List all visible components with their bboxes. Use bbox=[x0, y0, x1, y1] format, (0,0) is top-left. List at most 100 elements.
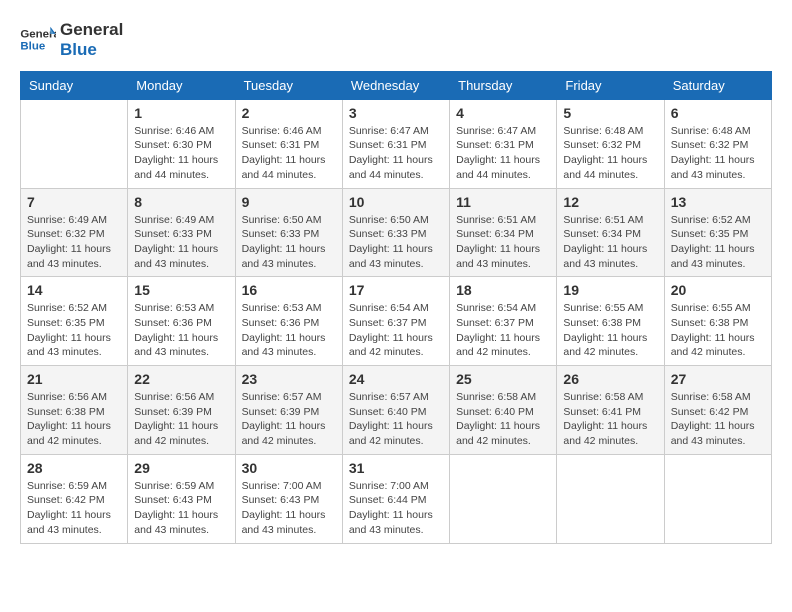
day-info: Sunrise: 6:54 AMSunset: 6:37 PMDaylight:… bbox=[456, 301, 550, 360]
calendar-cell: 24 Sunrise: 6:57 AMSunset: 6:40 PMDayligh… bbox=[342, 366, 449, 455]
day-number: 15 bbox=[134, 282, 228, 298]
day-info: Sunrise: 6:52 AMSunset: 6:35 PMDaylight:… bbox=[671, 213, 765, 272]
day-info: Sunrise: 6:56 AMSunset: 6:38 PMDaylight:… bbox=[27, 390, 121, 449]
day-number: 13 bbox=[671, 194, 765, 210]
calendar-cell: 30 Sunrise: 7:00 AMSunset: 6:43 PMDayligh… bbox=[235, 454, 342, 543]
day-number: 30 bbox=[242, 460, 336, 476]
calendar-week-row: 14 Sunrise: 6:52 AMSunset: 6:35 PMDayligh… bbox=[21, 277, 772, 366]
day-info: Sunrise: 6:55 AMSunset: 6:38 PMDaylight:… bbox=[671, 301, 765, 360]
logo-general: General bbox=[60, 20, 123, 40]
day-info: Sunrise: 6:50 AMSunset: 6:33 PMDaylight:… bbox=[349, 213, 443, 272]
calendar-cell: 3 Sunrise: 6:47 AMSunset: 6:31 PMDaylight… bbox=[342, 99, 449, 188]
calendar-cell: 20 Sunrise: 6:55 AMSunset: 6:38 PMDayligh… bbox=[664, 277, 771, 366]
calendar-cell: 10 Sunrise: 6:50 AMSunset: 6:33 PMDayligh… bbox=[342, 188, 449, 277]
day-info: Sunrise: 6:57 AMSunset: 6:39 PMDaylight:… bbox=[242, 390, 336, 449]
day-number: 22 bbox=[134, 371, 228, 387]
day-number: 8 bbox=[134, 194, 228, 210]
day-info: Sunrise: 6:48 AMSunset: 6:32 PMDaylight:… bbox=[671, 124, 765, 183]
calendar-header-row: SundayMondayTuesdayWednesdayThursdayFrid… bbox=[21, 71, 772, 99]
calendar-cell: 7 Sunrise: 6:49 AMSunset: 6:32 PMDaylight… bbox=[21, 188, 128, 277]
calendar-cell bbox=[664, 454, 771, 543]
day-number: 1 bbox=[134, 105, 228, 121]
day-number: 23 bbox=[242, 371, 336, 387]
day-info: Sunrise: 6:59 AMSunset: 6:43 PMDaylight:… bbox=[134, 479, 228, 538]
day-info: Sunrise: 6:46 AMSunset: 6:31 PMDaylight:… bbox=[242, 124, 336, 183]
day-info: Sunrise: 6:56 AMSunset: 6:39 PMDaylight:… bbox=[134, 390, 228, 449]
day-number: 27 bbox=[671, 371, 765, 387]
header-saturday: Saturday bbox=[664, 71, 771, 99]
day-number: 25 bbox=[456, 371, 550, 387]
day-number: 19 bbox=[563, 282, 657, 298]
logo-icon: General Blue bbox=[20, 25, 56, 55]
calendar-cell bbox=[21, 99, 128, 188]
day-number: 24 bbox=[349, 371, 443, 387]
calendar-cell: 26Sunrise: 6:58 AMSunset: 6:41 PMDayligh… bbox=[557, 366, 664, 455]
calendar-cell: 29 Sunrise: 6:59 AMSunset: 6:43 PMDayligh… bbox=[128, 454, 235, 543]
day-info: Sunrise: 6:51 AMSunset: 6:34 PMDaylight:… bbox=[456, 213, 550, 272]
day-info: Sunrise: 6:50 AMSunset: 6:33 PMDaylight:… bbox=[242, 213, 336, 272]
day-info: Sunrise: 6:55 AMSunset: 6:38 PMDaylight:… bbox=[563, 301, 657, 360]
calendar-cell: 18Sunrise: 6:54 AMSunset: 6:37 PMDayligh… bbox=[450, 277, 557, 366]
calendar-cell: 13 Sunrise: 6:52 AMSunset: 6:35 PMDayligh… bbox=[664, 188, 771, 277]
calendar-cell: 4Sunrise: 6:47 AMSunset: 6:31 PMDaylight… bbox=[450, 99, 557, 188]
day-info: Sunrise: 6:57 AMSunset: 6:40 PMDaylight:… bbox=[349, 390, 443, 449]
day-info: Sunrise: 7:00 AMSunset: 6:44 PMDaylight:… bbox=[349, 479, 443, 538]
day-info: Sunrise: 7:00 AMSunset: 6:43 PMDaylight:… bbox=[242, 479, 336, 538]
calendar-cell: 9 Sunrise: 6:50 AMSunset: 6:33 PMDaylight… bbox=[235, 188, 342, 277]
calendar-cell: 27Sunrise: 6:58 AMSunset: 6:42 PMDayligh… bbox=[664, 366, 771, 455]
calendar-week-row: 1Sunrise: 6:46 AMSunset: 6:30 PMDaylight… bbox=[21, 99, 772, 188]
day-number: 11 bbox=[456, 194, 550, 210]
day-number: 21 bbox=[27, 371, 121, 387]
calendar-cell: 8Sunrise: 6:49 AMSunset: 6:33 PMDaylight… bbox=[128, 188, 235, 277]
day-info: Sunrise: 6:47 AMSunset: 6:31 PMDaylight:… bbox=[456, 124, 550, 183]
calendar-cell: 17Sunrise: 6:54 AMSunset: 6:37 PMDayligh… bbox=[342, 277, 449, 366]
calendar-cell bbox=[557, 454, 664, 543]
day-number: 14 bbox=[27, 282, 121, 298]
day-number: 17 bbox=[349, 282, 443, 298]
day-info: Sunrise: 6:51 AMSunset: 6:34 PMDaylight:… bbox=[563, 213, 657, 272]
calendar-week-row: 28Sunrise: 6:59 AMSunset: 6:42 PMDayligh… bbox=[21, 454, 772, 543]
page-header: General Blue General Blue bbox=[20, 20, 772, 61]
calendar-cell: 5Sunrise: 6:48 AMSunset: 6:32 PMDaylight… bbox=[557, 99, 664, 188]
calendar-cell bbox=[450, 454, 557, 543]
calendar-cell: 22 Sunrise: 6:56 AMSunset: 6:39 PMDayligh… bbox=[128, 366, 235, 455]
day-info: Sunrise: 6:59 AMSunset: 6:42 PMDaylight:… bbox=[27, 479, 121, 538]
logo-blue: Blue bbox=[60, 40, 123, 60]
calendar-cell: 23 Sunrise: 6:57 AMSunset: 6:39 PMDayligh… bbox=[235, 366, 342, 455]
day-info: Sunrise: 6:47 AMSunset: 6:31 PMDaylight:… bbox=[349, 124, 443, 183]
calendar-cell: 6 Sunrise: 6:48 AMSunset: 6:32 PMDaylight… bbox=[664, 99, 771, 188]
day-number: 3 bbox=[349, 105, 443, 121]
day-number: 16 bbox=[242, 282, 336, 298]
header-wednesday: Wednesday bbox=[342, 71, 449, 99]
calendar-cell: 14 Sunrise: 6:52 AMSunset: 6:35 PMDayligh… bbox=[21, 277, 128, 366]
header-friday: Friday bbox=[557, 71, 664, 99]
calendar-cell: 16 Sunrise: 6:53 AMSunset: 6:36 PMDayligh… bbox=[235, 277, 342, 366]
day-number: 6 bbox=[671, 105, 765, 121]
header-sunday: Sunday bbox=[21, 71, 128, 99]
day-number: 29 bbox=[134, 460, 228, 476]
day-info: Sunrise: 6:49 AMSunset: 6:32 PMDaylight:… bbox=[27, 213, 121, 272]
calendar-cell: 12 Sunrise: 6:51 AMSunset: 6:34 PMDayligh… bbox=[557, 188, 664, 277]
day-info: Sunrise: 6:58 AMSunset: 6:41 PMDaylight:… bbox=[563, 390, 657, 449]
day-info: Sunrise: 6:48 AMSunset: 6:32 PMDaylight:… bbox=[563, 124, 657, 183]
day-info: Sunrise: 6:52 AMSunset: 6:35 PMDaylight:… bbox=[27, 301, 121, 360]
day-number: 2 bbox=[242, 105, 336, 121]
calendar-cell: 11 Sunrise: 6:51 AMSunset: 6:34 PMDayligh… bbox=[450, 188, 557, 277]
day-number: 9 bbox=[242, 194, 336, 210]
calendar-week-row: 21 Sunrise: 6:56 AMSunset: 6:38 PMDayligh… bbox=[21, 366, 772, 455]
svg-text:Blue: Blue bbox=[20, 41, 45, 53]
day-number: 20 bbox=[671, 282, 765, 298]
day-info: Sunrise: 6:53 AMSunset: 6:36 PMDaylight:… bbox=[242, 301, 336, 360]
calendar-cell: 2 Sunrise: 6:46 AMSunset: 6:31 PMDaylight… bbox=[235, 99, 342, 188]
day-number: 7 bbox=[27, 194, 121, 210]
day-number: 10 bbox=[349, 194, 443, 210]
day-number: 31 bbox=[349, 460, 443, 476]
day-info: Sunrise: 6:53 AMSunset: 6:36 PMDaylight:… bbox=[134, 301, 228, 360]
header-monday: Monday bbox=[128, 71, 235, 99]
day-number: 12 bbox=[563, 194, 657, 210]
calendar-cell: 21 Sunrise: 6:56 AMSunset: 6:38 PMDayligh… bbox=[21, 366, 128, 455]
calendar-cell: 28Sunrise: 6:59 AMSunset: 6:42 PMDayligh… bbox=[21, 454, 128, 543]
header-thursday: Thursday bbox=[450, 71, 557, 99]
calendar-cell: 1Sunrise: 6:46 AMSunset: 6:30 PMDaylight… bbox=[128, 99, 235, 188]
day-info: Sunrise: 6:58 AMSunset: 6:40 PMDaylight:… bbox=[456, 390, 550, 449]
